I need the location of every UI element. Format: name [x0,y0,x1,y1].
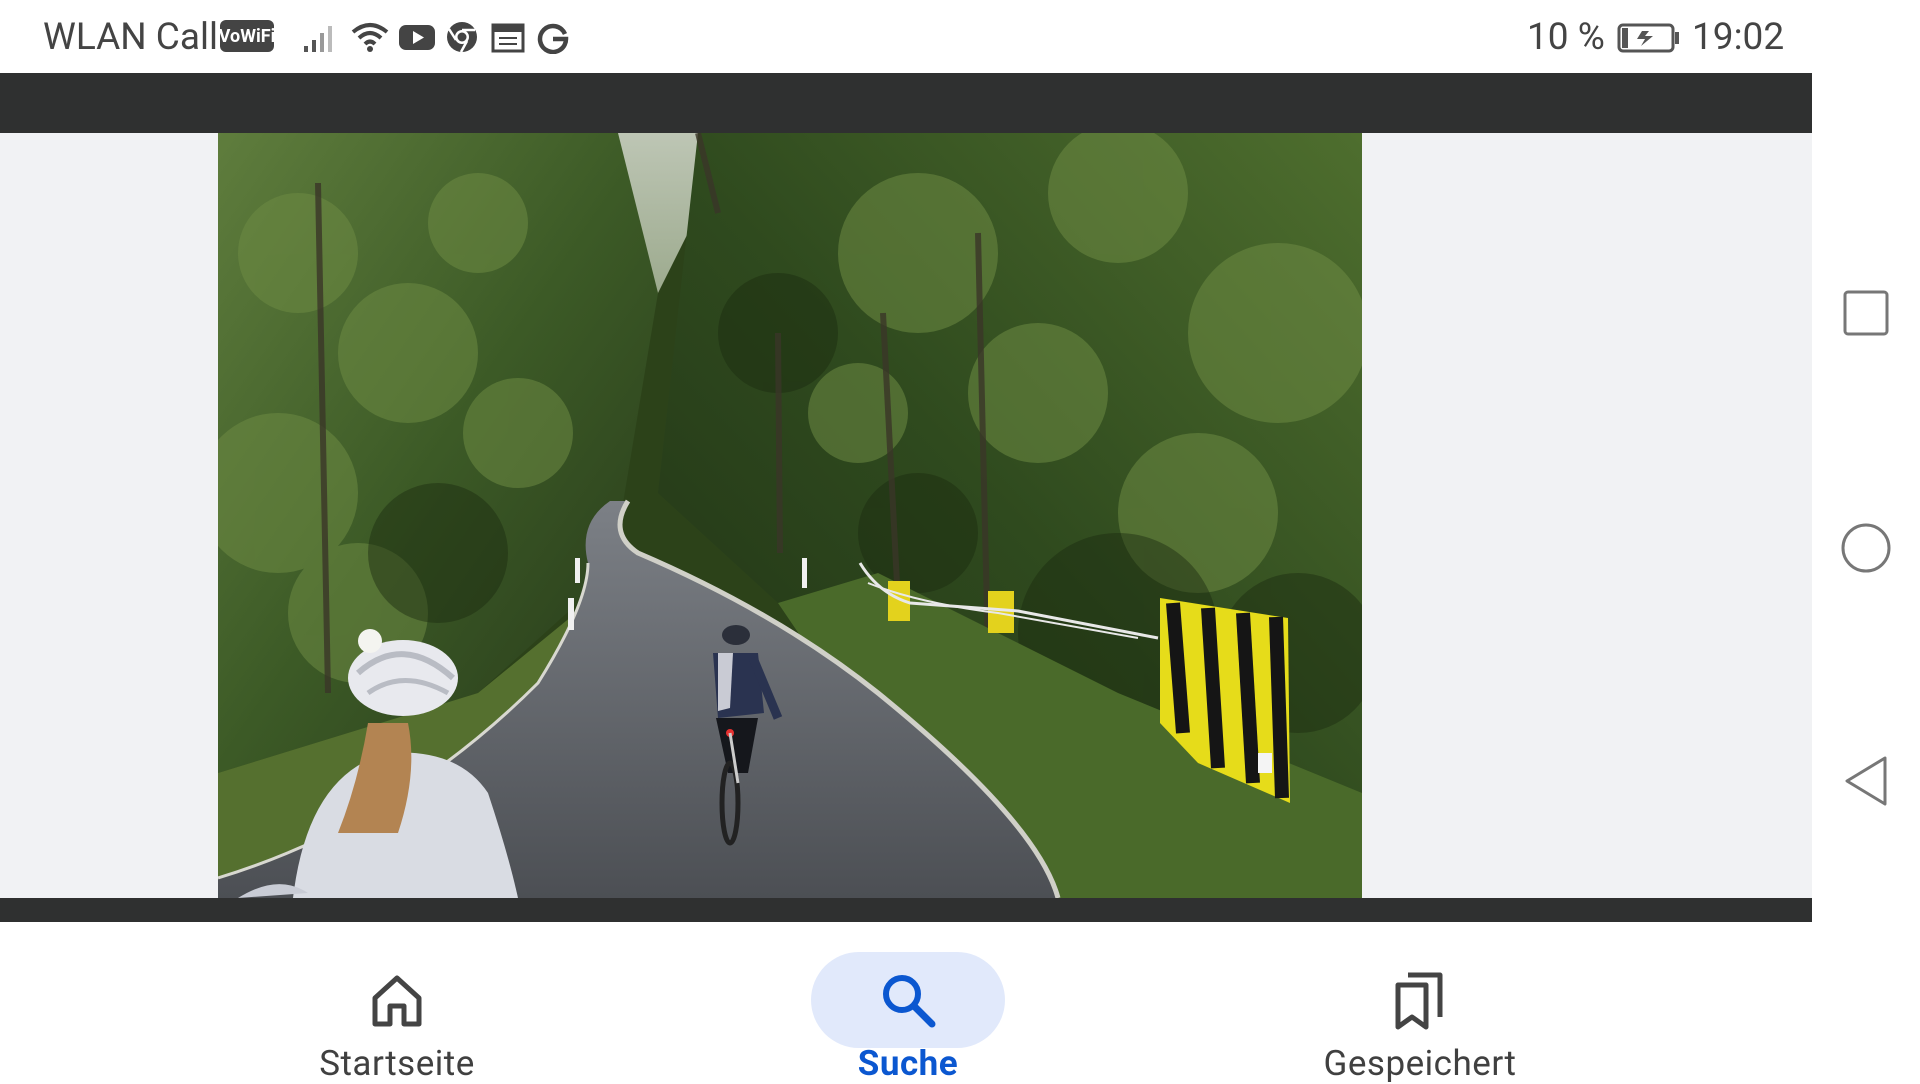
recents-button[interactable] [1812,259,1920,367]
clock: 19:02 [1692,16,1785,59]
home-icon [300,952,494,1048]
nav-label-startseite: Startseite [319,1043,475,1084]
chrome-icon [444,20,482,54]
signal-icon [302,20,340,54]
back-triangle-icon [1845,756,1887,806]
back-button[interactable] [1812,727,1920,835]
system-navigation-bar [1812,73,1920,1080]
circle-icon [1841,523,1891,573]
square-icon [1843,290,1889,336]
nav-label-gespeichert: Gespeichert [1323,1043,1517,1084]
photo-cyclists-forest-road[interactable] [218,133,1362,898]
nav-item-startseite[interactable]: Startseite [237,922,557,1084]
youtube-icon [398,20,436,54]
nav-label-suche: Suche [857,1043,959,1084]
viewer-bottom-bar [0,898,1812,922]
status-bar: WLAN Call VoWiFi 10 % 19:02 [0,0,1920,73]
battery-charging-icon [1617,22,1681,54]
viewer-top-bar [0,73,1812,133]
carrier-label: WLAN Call [43,16,219,59]
nav-item-suche[interactable]: Suche [748,922,1068,1084]
battery-percent: 10 % [1527,16,1605,59]
calendar-icon [490,20,528,54]
nav-item-gespeichert[interactable]: Gespeichert [1260,922,1580,1084]
vowifi-badge: VoWiFi [219,20,275,52]
home-button[interactable] [1812,494,1920,602]
google-icon [535,20,573,55]
wifi-icon [350,20,389,54]
image-viewer [0,73,1812,922]
bookmarks-icon [1323,952,1517,1048]
search-icon [811,952,1005,1048]
bottom-navigation: Startseite Suche Gespeichert [0,922,1812,1084]
